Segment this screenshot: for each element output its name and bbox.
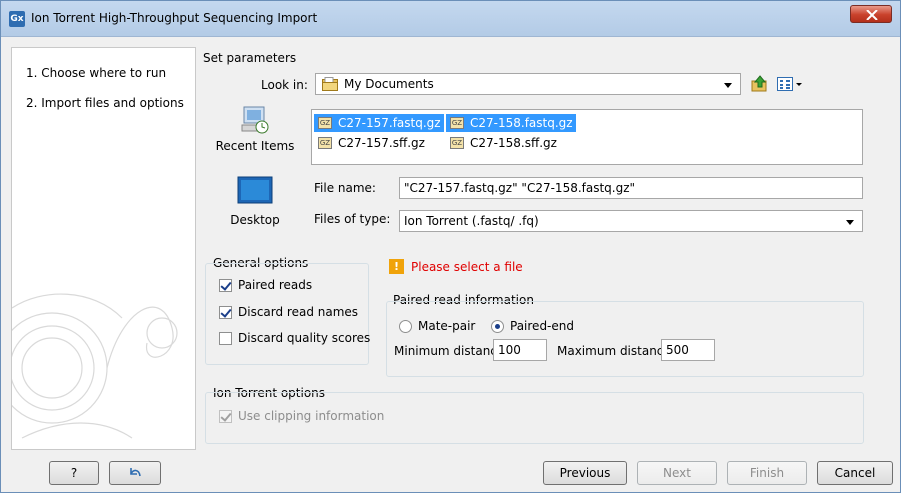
archive-file-icon: GZ [450, 117, 464, 129]
up-folder-icon[interactable] [751, 75, 769, 93]
paired-end-radio[interactable]: Paired-end [491, 319, 574, 333]
minimum-distance-field[interactable]: 100 [493, 339, 547, 361]
close-icon [866, 10, 878, 20]
paired-read-info-group [386, 301, 864, 377]
reset-button[interactable] [109, 461, 161, 485]
desktop-icon [237, 176, 273, 204]
files-of-type-label: Files of type: [314, 212, 391, 226]
places-bar: Recent Items Desktop [205, 99, 305, 233]
set-parameters-header: Set parameters [203, 51, 297, 65]
use-clipping-checkbox[interactable]: Use clipping information [219, 409, 384, 423]
minimum-distance-label: Minimum distance [394, 344, 505, 358]
finish-button[interactable]: Finish [727, 461, 807, 485]
next-button[interactable]: Next [637, 461, 717, 485]
archive-file-icon: GZ [450, 137, 464, 149]
chevron-down-icon [724, 83, 732, 88]
view-menu-icon[interactable] [777, 77, 803, 91]
folder-icon [322, 77, 338, 91]
file-name: C27-157.fastq.gz [338, 116, 441, 130]
warning-message: Please select a file [411, 260, 523, 274]
checkbox[interactable] [219, 331, 232, 345]
maximum-distance-label: Maximum distance [557, 344, 671, 358]
warning-icon: ! [389, 259, 404, 274]
decorative-swirl-logo [12, 293, 178, 439]
files-of-type-value: Ion Torrent (.fastq/ .fq) [404, 214, 539, 228]
discard-quality-scores-label: Discard quality scores [238, 331, 371, 345]
maximum-distance-field[interactable]: 500 [661, 339, 715, 361]
file-name: C27-158.fastq.gz [470, 116, 573, 130]
discard-read-names-label: Discard read names [238, 305, 359, 319]
files-of-type-dropdown[interactable]: Ion Torrent (.fastq/ .fq) [399, 210, 863, 232]
discard-read-names-checkbox[interactable]: Discard read names [219, 305, 358, 319]
window-title: Ion Torrent High-Throughput Sequencing I… [31, 11, 318, 25]
title-bar[interactable]: Gx Ion Torrent High-Throughput Sequencin… [1, 1, 900, 37]
radio-button[interactable] [491, 319, 504, 333]
paired-end-label: Paired-end [510, 319, 574, 333]
step-choose-where-to-run[interactable]: 1. Choose where to run [26, 66, 166, 80]
radio-button[interactable] [399, 319, 412, 333]
paired-reads-checkbox[interactable]: Paired reads [219, 278, 312, 292]
discard-quality-scores-checkbox[interactable]: Discard quality scores [219, 331, 370, 345]
checkbox[interactable] [219, 409, 232, 423]
recent-items-label: Recent Items [215, 139, 295, 153]
cancel-button[interactable]: Cancel [817, 461, 893, 485]
desktop-label: Desktop [230, 213, 280, 227]
archive-file-icon: GZ [318, 117, 332, 129]
place-desktop[interactable]: Desktop [205, 175, 305, 227]
archive-file-icon: GZ [318, 137, 332, 149]
file-list[interactable]: GZ C27-157.fastq.gz GZ C27-158.fastq.gz … [311, 109, 863, 165]
file-item[interactable]: GZ C27-157.fastq.gz [314, 114, 444, 132]
mate-pair-radio[interactable]: Mate-pair [399, 319, 475, 333]
file-item[interactable]: GZ C27-157.sff.gz [314, 134, 428, 152]
app-icon: Gx [9, 11, 25, 27]
file-item[interactable]: GZ C27-158.fastq.gz [446, 114, 576, 132]
paired-reads-label: Paired reads [238, 278, 313, 292]
place-recent-items[interactable]: Recent Items [205, 103, 305, 153]
wizard-steps-panel: 1. Choose where to run 2. Import files a… [11, 47, 196, 450]
recent-items-icon [241, 106, 269, 134]
checkbox[interactable] [219, 305, 232, 319]
undo-icon [130, 468, 141, 477]
file-name-label: File name: [314, 181, 376, 195]
look-in-label: Look in: [261, 78, 308, 92]
file-name: C27-157.sff.gz [338, 136, 425, 150]
checkbox[interactable] [219, 278, 232, 292]
file-name-field[interactable]: "C27-157.fastq.gz" "C27-158.fastq.gz" [399, 177, 863, 199]
import-dialog: Gx Ion Torrent High-Throughput Sequencin… [0, 0, 901, 493]
file-item[interactable]: GZ C27-158.sff.gz [446, 134, 560, 152]
step-import-files-and-options[interactable]: 2. Import files and options [26, 96, 184, 110]
file-name: C27-158.sff.gz [470, 136, 557, 150]
mate-pair-label: Mate-pair [418, 319, 476, 333]
chevron-down-icon [846, 220, 854, 225]
close-button[interactable] [850, 5, 892, 23]
help-button[interactable]: ? [49, 461, 99, 485]
previous-button[interactable]: Previous [543, 461, 627, 485]
look-in-value: My Documents [344, 77, 434, 91]
look-in-dropdown[interactable]: My Documents [315, 73, 741, 95]
use-clipping-label: Use clipping information [238, 409, 385, 423]
